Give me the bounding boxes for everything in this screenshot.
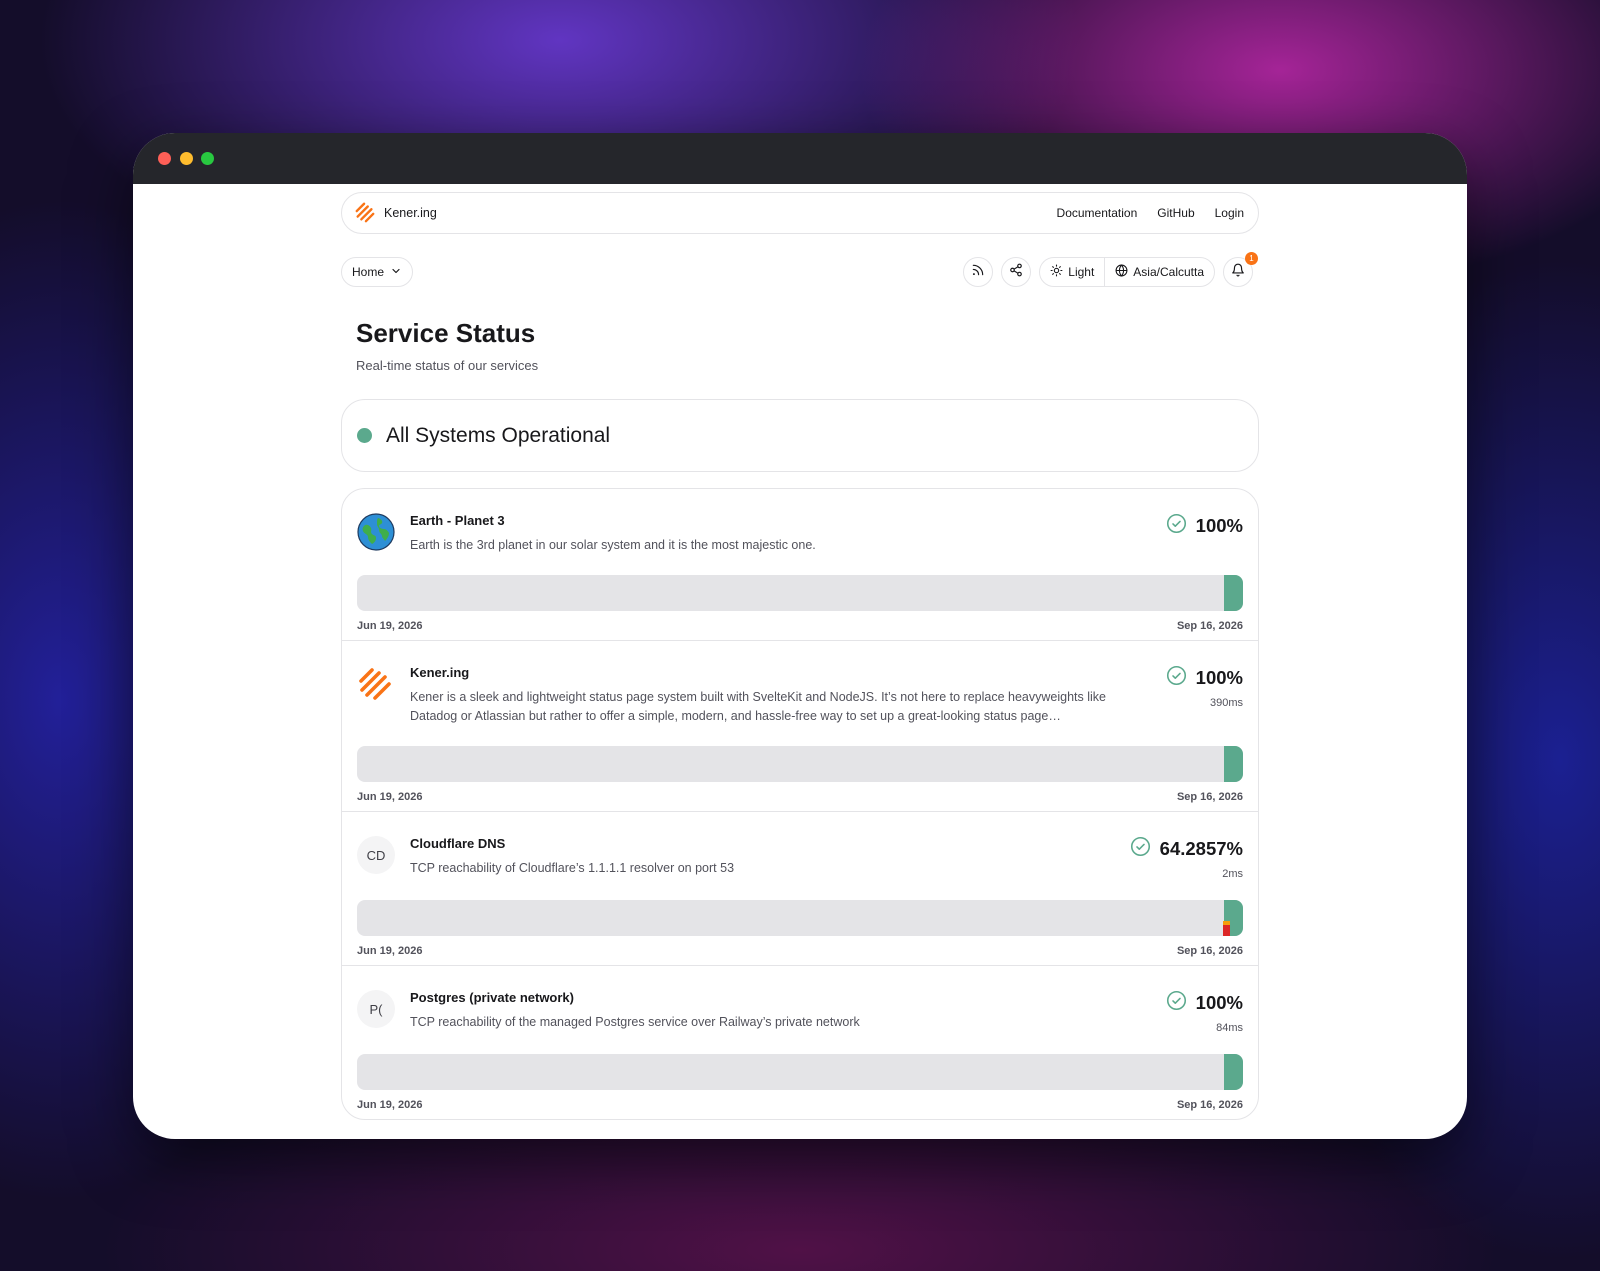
toolbar-actions: Light Asia/Calcutta 1 [963,252,1259,287]
latency-value: 2ms [1222,868,1243,880]
uptime-percentage: 100% [1195,992,1243,1013]
start-date: Jun 19, 2026 [357,945,423,957]
monitor-cloudflare-dns[interactable]: CD Cloudflare DNS TCP reachability of Cl… [342,811,1258,965]
rss-button[interactable] [963,257,994,287]
earth-icon [357,513,395,551]
uptime-percentage: 100% [1195,515,1243,536]
latency-value: 84ms [1216,1022,1243,1034]
check-circle-icon [1166,513,1187,539]
page-title: Service Status [356,318,536,348]
maximize-window-button[interactable] [201,152,214,165]
uptime-date-range: Jun 19, 2026 Sep 16, 2026 [357,791,1243,811]
start-date: Jun 19, 2026 [357,1099,423,1111]
home-dropdown[interactable]: Home [341,257,414,287]
monitor-postgres[interactable]: P( Postgres (private network) TCP reacha… [342,965,1258,1119]
home-dropdown-label: Home [352,265,385,279]
theme-label: Light [1068,265,1095,279]
globe-icon [1115,264,1128,280]
timezone-label: Asia/Calcutta [1133,265,1204,279]
page-heading: Service Status Real-time status of our s… [341,318,1259,373]
timezone-button[interactable]: Asia/Calcutta [1104,258,1214,286]
uptime-date-range: Jun 19, 2026 Sep 16, 2026 [357,945,1243,965]
uptime-bar-segment-up[interactable] [1224,575,1243,611]
uptime-percentage: 100% [1195,667,1243,688]
monitor-description: TCP reachability of Cloudflare’s 1.1.1.1… [410,861,735,875]
monitor-description: Earth is the 3rd planet in our solar sys… [410,538,816,552]
minimize-window-button[interactable] [180,152,193,165]
share-button[interactable] [1001,257,1032,287]
monitor-name: Postgres (private network) [410,990,574,1005]
notifications-button[interactable]: 1 [1223,252,1258,287]
monitor-list: Earth - Planet 3 Earth is the 3rd planet… [341,488,1259,1120]
monitor-kener[interactable]: Kener.ing Kener is a sleek and lightweig… [342,640,1258,811]
nav-link-documentation[interactable]: Documentation [1057,206,1138,220]
uptime-bar[interactable] [357,900,1243,936]
uptime-bar[interactable] [357,746,1243,782]
monitor-earth[interactable]: Earth - Planet 3 Earth is the 3rd planet… [342,489,1258,640]
monitor-description: Kener is a sleek and lightweight status … [410,690,1106,723]
chevron-down-icon [390,265,402,280]
uptime-bar[interactable] [357,575,1243,611]
uptime-bar-segment-up[interactable] [1224,746,1243,782]
page-content: Kener.ing Documentation GitHub Login Hom… [341,192,1259,1120]
kener-logo-icon [354,201,376,226]
uptime-percentage: 64.2857% [1159,838,1243,859]
nav-links: Documentation GitHub Login [1057,206,1246,220]
check-circle-icon [1166,665,1187,691]
brand-name: Kener.ing [384,206,437,220]
theme-toggle-button[interactable]: Light [1040,258,1104,286]
end-date: Sep 16, 2026 [1176,620,1243,632]
end-date: Sep 16, 2026 [1176,1099,1243,1111]
nav-link-github[interactable]: GitHub [1157,206,1194,220]
rss-icon [971,263,985,282]
close-window-button[interactable] [158,152,171,165]
top-navbar: Kener.ing Documentation GitHub Login [341,192,1259,234]
monitor-description: TCP reachability of the managed Postgres… [410,1015,860,1029]
monitor-name: Kener.ing [410,665,470,680]
sun-icon [1050,264,1063,280]
monitor-initials-avatar: CD [357,836,395,874]
uptime-bar-segment-up[interactable] [1224,1054,1243,1090]
uptime-date-range: Jun 19, 2026 Sep 16, 2026 [357,620,1243,640]
theme-timezone-group: Light Asia/Calcutta [1039,257,1215,287]
uptime-date-range: Jun 19, 2026 Sep 16, 2026 [357,1099,1243,1119]
toolbar: Home Light Asia/Calcutta 1 [341,252,1259,288]
page-subtitle: Real-time status of our services [356,358,539,373]
check-circle-icon [1130,836,1151,862]
status-indicator-dot [357,428,372,443]
monitor-initials-avatar: P( [357,990,395,1028]
uptime-bar-segment-down[interactable] [1223,925,1230,936]
end-date: Sep 16, 2026 [1176,791,1243,803]
notification-badge: 1 [1245,252,1258,265]
check-circle-icon [1166,990,1187,1016]
window-titlebar [133,133,1467,184]
overall-status-card: All Systems Operational [341,399,1259,472]
uptime-bar[interactable] [357,1054,1243,1090]
kener-logo-icon [357,665,395,703]
overall-status-text: All Systems Operational [386,423,611,447]
share-icon [1009,263,1023,282]
start-date: Jun 19, 2026 [357,791,423,803]
nav-link-login[interactable]: Login [1215,206,1244,220]
brand-link[interactable]: Kener.ing [354,201,437,226]
latency-value: 390ms [1209,697,1243,709]
bell-icon [1231,263,1245,282]
monitor-name: Earth - Planet 3 [410,513,505,528]
end-date: Sep 16, 2026 [1176,945,1243,957]
start-date: Jun 19, 2026 [357,620,423,632]
browser-window: Kener.ing Documentation GitHub Login Hom… [133,133,1467,1139]
monitor-name: Cloudflare DNS [410,836,506,851]
